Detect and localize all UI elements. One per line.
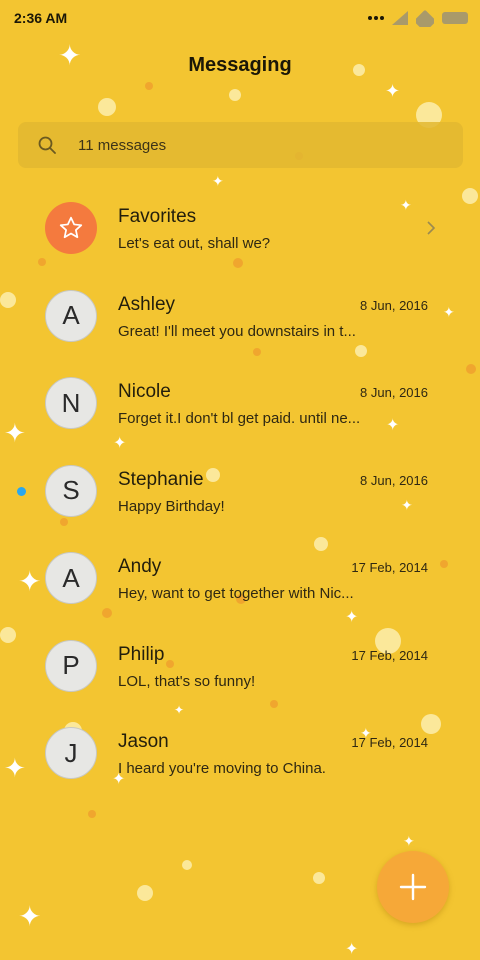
bubble	[137, 885, 153, 901]
header: Messaging	[0, 54, 480, 77]
search-icon	[38, 136, 56, 154]
favorites-avatar	[45, 202, 97, 254]
conversation-date: 17 Feb, 2014	[351, 735, 428, 750]
conversation-list: Favorites Let's eat out, shall we? A Ash…	[0, 184, 480, 797]
chevron-right-icon	[427, 221, 436, 235]
notification-dots-icon	[368, 16, 384, 20]
conversation-name: Stephanie	[118, 468, 204, 490]
conversation-row-philip[interactable]: P Philip 17 Feb, 2014 LOL, that's so fun…	[0, 622, 480, 710]
conversation-row-ashley[interactable]: A Ashley 8 Jun, 2016 Great! I'll meet yo…	[0, 272, 480, 360]
bubble	[98, 98, 116, 116]
wifi-icon	[416, 9, 434, 27]
conversation-row-stephanie[interactable]: S Stephanie 8 Jun, 2016 Happy Birthday!	[0, 447, 480, 535]
conversation-name: Nicole	[118, 381, 171, 402]
conversation-date: 8 Jun, 2016	[360, 297, 428, 313]
signal-icon	[392, 11, 408, 25]
sparkle: ✦	[403, 833, 415, 849]
new-message-button[interactable]	[377, 851, 449, 923]
conversation-name: Jason	[118, 731, 169, 752]
search-count-text: 11 messages	[78, 136, 167, 154]
avatar: S	[45, 464, 97, 517]
conversation-preview: Let's eat out, shall we?	[118, 235, 271, 252]
conversation-preview: Great! I'll meet you downstairs in t...	[118, 322, 356, 340]
conversation-preview: Forget it.I don't bl get paid. until ne.…	[118, 410, 361, 427]
avatar: A	[45, 289, 97, 342]
conversation-name: Andy	[118, 556, 162, 577]
conversation-date: 17 Feb, 2014	[351, 647, 428, 663]
plus-icon	[399, 873, 427, 901]
bubble	[313, 872, 325, 884]
conversation-name: Favorites	[118, 206, 197, 227]
status-bar: 2:36 AM	[0, 0, 480, 36]
bubble	[145, 82, 153, 90]
star-icon	[59, 216, 83, 239]
conversation-row-andy[interactable]: A Andy 17 Feb, 2014 Hey, want to get tog…	[0, 534, 480, 622]
sparkle: ✦	[18, 901, 42, 932]
sparkle: ✦	[385, 81, 401, 101]
messaging-screen: { "status_bar": { "time": "2:36 AM" }, "…	[0, 0, 480, 960]
conversation-row-favorites[interactable]: Favorites Let's eat out, shall we?	[0, 184, 480, 272]
avatar: P	[45, 639, 97, 692]
page-title: Messaging	[188, 54, 292, 76]
avatar: J	[45, 727, 97, 779]
conversation-date: 17 Feb, 2014	[351, 560, 428, 575]
conversation-name: Ashley	[118, 293, 176, 315]
conversation-preview: Hey, want to get together with Nic...	[118, 585, 354, 602]
conversation-preview: I heard you're moving to China.	[118, 760, 326, 777]
bubble	[182, 860, 192, 870]
conversation-row-jason[interactable]: J Jason 17 Feb, 2014 I heard you're movi…	[0, 709, 480, 797]
search-bar[interactable]: 11 messages	[18, 122, 463, 168]
conversation-preview: Happy Birthday!	[118, 497, 225, 515]
conversation-date: 8 Jun, 2016	[360, 472, 428, 488]
conversation-preview: LOL, that's so funny!	[118, 672, 256, 690]
sparkle: ✦	[345, 941, 359, 958]
bubble	[229, 89, 241, 101]
status-icons	[368, 9, 468, 27]
avatar: N	[45, 377, 97, 429]
bubble	[88, 810, 96, 818]
conversation-date: 8 Jun, 2016	[360, 385, 428, 400]
unread-indicator	[17, 486, 26, 496]
conversation-row-nicole[interactable]: N Nicole 8 Jun, 2016 Forget it.I don't b…	[0, 359, 480, 447]
conversation-name: Philip	[118, 643, 165, 665]
status-time: 2:36 AM	[14, 10, 68, 26]
avatar: A	[45, 552, 97, 604]
battery-icon	[442, 12, 468, 24]
